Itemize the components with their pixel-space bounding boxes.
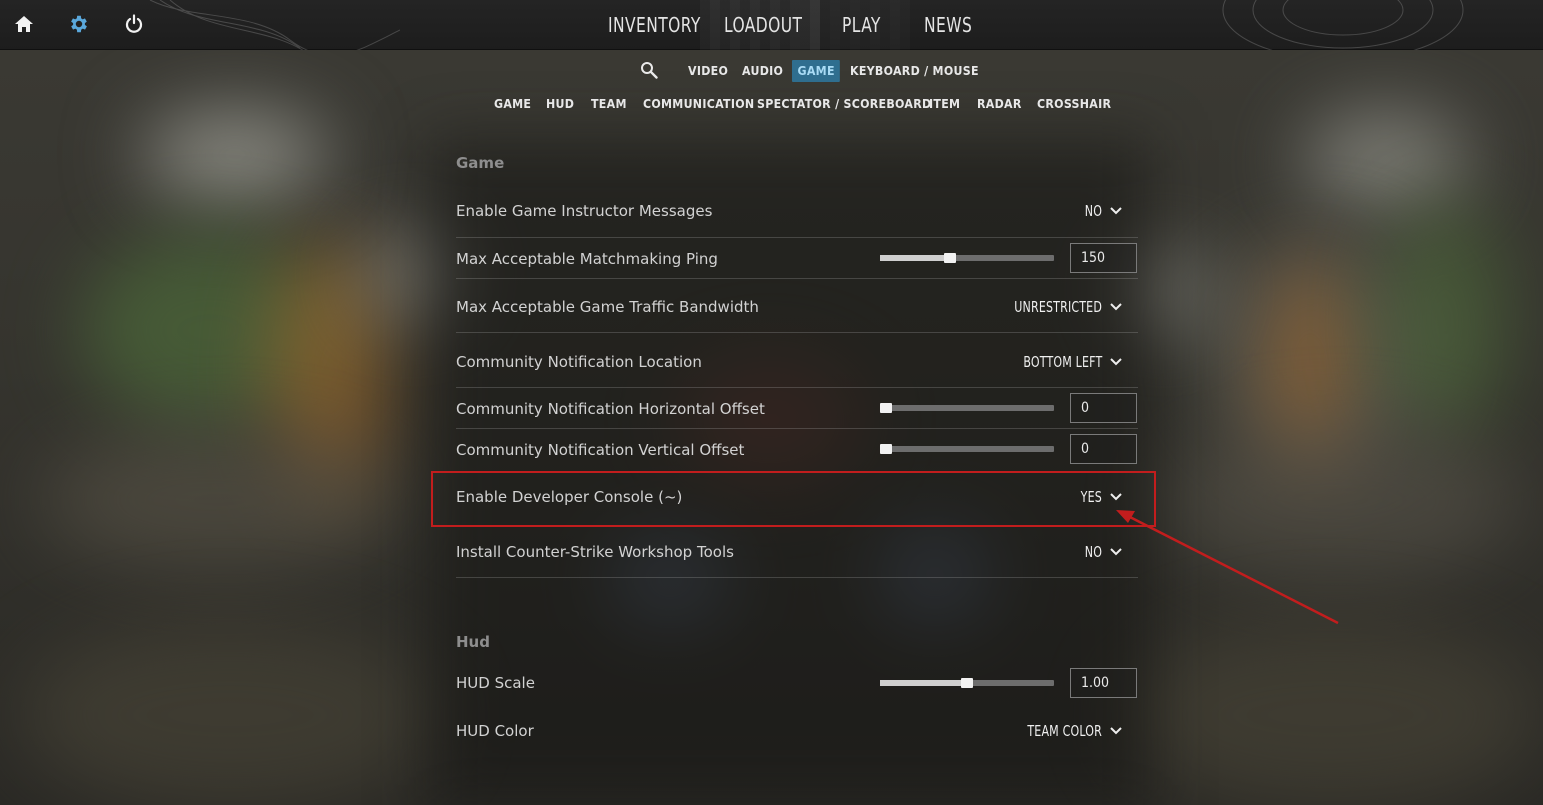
- category-item[interactable]: ITEM: [929, 97, 960, 111]
- slider-fill: [880, 680, 967, 686]
- hud-scale-slider[interactable]: [880, 678, 1054, 688]
- setting-label: Community Notification Location: [456, 353, 702, 371]
- vertical-offset-input[interactable]: 0: [1070, 434, 1137, 464]
- category-tabs: GAME HUD TEAM COMMUNICATION SPECTATOR / …: [0, 97, 1543, 119]
- slider-thumb[interactable]: [880, 444, 892, 454]
- divider: [456, 237, 1138, 238]
- settings-tabs: VIDEO AUDIO GAME KEYBOARD / MOUSE: [0, 58, 1543, 84]
- highlight-box: [431, 471, 1156, 527]
- slider-thumb[interactable]: [961, 678, 973, 688]
- topographic-pattern-right: [1222, 0, 1464, 50]
- slider-fill: [880, 255, 950, 261]
- setting-label: Max Acceptable Matchmaking Ping: [456, 250, 718, 268]
- gear-icon[interactable]: [67, 12, 91, 36]
- chevron-down-icon: [1110, 358, 1122, 366]
- setting-label: HUD Scale: [456, 674, 535, 692]
- nav-inventory[interactable]: INVENTORY: [596, 0, 700, 50]
- setting-label: Enable Game Instructor Messages: [456, 202, 713, 220]
- divider: [456, 332, 1138, 333]
- top-bar: INVENTORY LOADOUT PLAY NEWS: [0, 0, 1543, 50]
- matchmaking-ping-slider[interactable]: [880, 253, 1054, 263]
- notification-location-dropdown[interactable]: BOTTOM LEFT: [1006, 353, 1122, 371]
- setting-label: HUD Color: [456, 722, 534, 740]
- dropdown-value: UNRESTRICTED: [1014, 298, 1102, 316]
- slider-thumb[interactable]: [943, 253, 956, 263]
- setting-label: Max Acceptable Game Traffic Bandwidth: [456, 298, 759, 316]
- main-nav: INVENTORY LOADOUT PLAY NEWS: [596, 0, 996, 50]
- slider-thumb[interactable]: [880, 403, 892, 413]
- vertical-offset-slider[interactable]: [880, 444, 1054, 454]
- setting-label: Install Counter-Strike Workshop Tools: [456, 543, 734, 561]
- matchmaking-ping-input[interactable]: 150: [1070, 243, 1137, 273]
- nav-news[interactable]: NEWS: [912, 0, 984, 50]
- category-team[interactable]: TEAM: [591, 97, 627, 111]
- setting-label: Community Notification Horizontal Offset: [456, 400, 765, 418]
- tab-video[interactable]: VIDEO: [688, 60, 728, 82]
- category-game[interactable]: GAME: [494, 97, 531, 111]
- category-crosshair[interactable]: CROSSHAIR: [1037, 97, 1111, 111]
- tab-keyboard-mouse[interactable]: KEYBOARD / MOUSE: [850, 60, 979, 82]
- home-icon[interactable]: [12, 12, 36, 36]
- chevron-down-icon: [1110, 727, 1122, 735]
- section-title-game: Game: [456, 154, 505, 172]
- search-icon[interactable]: [640, 61, 658, 83]
- divider: [456, 278, 1138, 279]
- dropdown-value: BOTTOM LEFT: [1022, 353, 1102, 371]
- dropdown-value: TEAM COLOR: [1027, 722, 1102, 740]
- category-communication[interactable]: COMMUNICATION: [643, 97, 754, 111]
- divider: [456, 428, 1138, 429]
- category-spectator-scoreboard[interactable]: SPECTATOR / SCOREBOARD: [757, 97, 931, 111]
- tab-audio[interactable]: AUDIO: [742, 60, 783, 82]
- nav-loadout[interactable]: LOADOUT: [712, 0, 813, 50]
- dropdown-value: NO: [1084, 543, 1102, 561]
- blurred-background: [0, 0, 1543, 805]
- section-title-hud: Hud: [456, 633, 490, 651]
- category-hud[interactable]: HUD: [546, 97, 574, 111]
- dropdown-value: NO: [1084, 202, 1102, 220]
- horizontal-offset-input[interactable]: 0: [1070, 393, 1137, 423]
- divider: [456, 387, 1138, 388]
- hud-color-dropdown[interactable]: TEAM COLOR: [1011, 722, 1122, 740]
- nav-play[interactable]: PLAY: [830, 0, 901, 50]
- setting-label: Community Notification Vertical Offset: [456, 441, 745, 459]
- tab-game[interactable]: GAME: [792, 60, 841, 82]
- chevron-down-icon: [1110, 207, 1122, 215]
- hud-scale-input[interactable]: 1.00: [1070, 668, 1137, 698]
- workshop-tools-dropdown[interactable]: NO: [1081, 543, 1122, 561]
- horizontal-offset-slider[interactable]: [880, 403, 1054, 413]
- chevron-down-icon: [1110, 303, 1122, 311]
- game-instructor-dropdown[interactable]: NO: [1081, 202, 1122, 220]
- chevron-down-icon: [1110, 548, 1122, 556]
- traffic-bandwidth-dropdown[interactable]: UNRESTRICTED: [995, 298, 1122, 316]
- divider: [456, 577, 1138, 578]
- power-icon[interactable]: [122, 12, 146, 36]
- category-radar[interactable]: RADAR: [977, 97, 1022, 111]
